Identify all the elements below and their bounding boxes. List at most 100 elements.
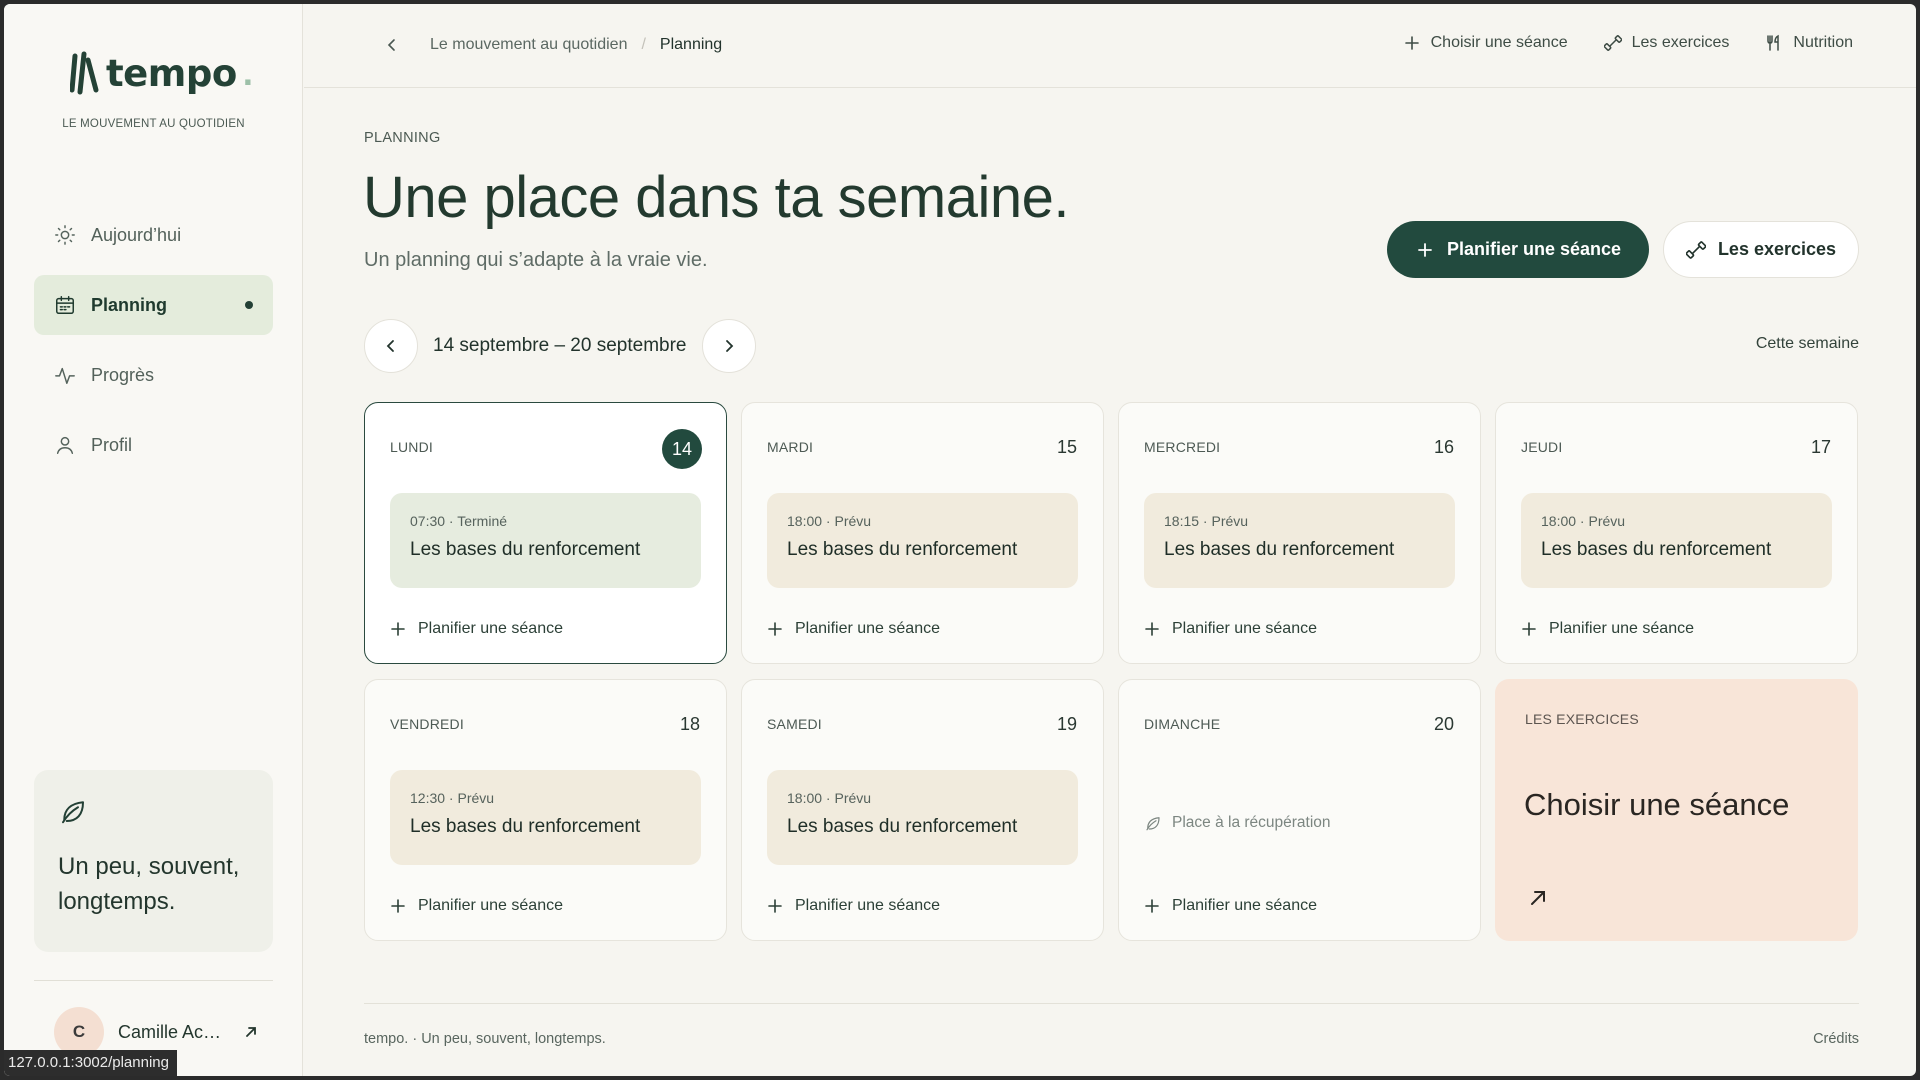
top-action-label: Nutrition xyxy=(1793,34,1853,51)
breadcrumb-separator: / xyxy=(641,36,646,53)
exercises-button[interactable]: Les exercices xyxy=(1663,221,1859,278)
top-exercises-link[interactable]: Les exercices xyxy=(1603,34,1730,52)
activity-icon xyxy=(55,367,75,384)
motto-card: Un peu, souvent, longtemps. xyxy=(34,770,273,952)
plus-icon xyxy=(1145,622,1159,636)
plus-icon xyxy=(768,622,782,636)
plan-session-link[interactable]: Planifier une séance xyxy=(390,620,563,638)
day-name: DIMANCHE xyxy=(1144,716,1221,732)
session-title: Les bases du renforcement xyxy=(1164,539,1395,560)
session-meta: 07:30 · Terminé xyxy=(410,513,508,529)
dumbbell-icon xyxy=(1603,35,1622,51)
day-name: MARDI xyxy=(767,439,814,455)
this-week-wrapper: Cette semaine xyxy=(304,335,1916,353)
plan-session-link[interactable]: Planifier une séance xyxy=(1144,620,1317,638)
page-eyebrow: PLANNING xyxy=(364,130,441,146)
footer-divider xyxy=(364,1003,1859,1004)
top-choose-session-link[interactable]: Choisir une séance xyxy=(1403,34,1568,52)
session-card[interactable]: 12:30 · Prévu Les bases du renforcement xyxy=(390,770,701,865)
plan-session-link[interactable]: Planifier une séance xyxy=(767,620,940,638)
leaf-icon xyxy=(1146,817,1160,831)
this-week-link[interactable]: Cette semaine xyxy=(1756,335,1859,352)
app-window: tempo. LE MOUVEMENT AU QUOTIDIEN Aujourd… xyxy=(4,4,1916,1076)
session-title: Les bases du renforcement xyxy=(1541,539,1772,560)
plan-session-link[interactable]: Planifier une séance xyxy=(767,897,940,915)
breadcrumb: Le mouvement au quotidien / Planning xyxy=(384,36,722,54)
plan-link-label: Planifier une séance xyxy=(795,620,940,637)
top-action-label: Les exercices xyxy=(1631,34,1730,51)
sidebar-item-progress[interactable]: Progrès xyxy=(34,345,273,405)
day-name: LUNDI xyxy=(390,439,434,455)
session-meta: 18:00 · Prévu xyxy=(787,790,872,806)
sun-icon xyxy=(55,225,75,245)
sidebar-item-today[interactable]: Aujourd’hui xyxy=(34,205,273,265)
sidebar-item-profile[interactable]: Profil xyxy=(34,415,273,475)
day-name: SAMEDI xyxy=(767,716,822,732)
page-subtitle: Un planning qui s’adapte à la vraie vie. xyxy=(364,249,708,271)
plan-link-label: Planifier une séance xyxy=(418,620,563,637)
user-name: Camille Ac… xyxy=(118,1021,222,1042)
session-card[interactable]: 18:00 · Prévu Les bases du renforcement xyxy=(767,770,1078,865)
session-meta: 18:15 · Prévu xyxy=(1164,513,1249,529)
sidebar-item-label: Progrès xyxy=(91,364,155,385)
session-card[interactable]: 18:00 · Prévu Les bases du renforcement xyxy=(1521,493,1832,588)
day-number: 18 xyxy=(679,714,700,734)
plan-link-label: Planifier une séance xyxy=(1172,620,1317,637)
tempo-logo-icon xyxy=(70,51,99,95)
session-card[interactable]: 07:30 · Terminé Les bases du renforcemen… xyxy=(390,493,701,588)
arrow-up-right-icon xyxy=(246,1027,256,1037)
session-meta: 18:00 · Prévu xyxy=(1541,513,1626,529)
day-name: VENDREDI xyxy=(390,716,464,732)
button-label: Les exercices xyxy=(1717,239,1837,259)
chevron-left-icon[interactable] xyxy=(384,37,400,53)
sidebar-item-label: Planning xyxy=(91,294,167,315)
session-card[interactable]: 18:15 · Prévu Les bases du renforcement xyxy=(1144,493,1455,588)
brand-dot: . xyxy=(242,52,254,93)
topbar: Le mouvement au quotidien / Planning Cho… xyxy=(304,4,1916,88)
day-number-today-badge: 14 xyxy=(662,429,702,469)
sidebar-item-planning[interactable]: Planning xyxy=(34,275,273,335)
plan-link-label: Planifier une séance xyxy=(1549,620,1694,637)
day-number: 15 xyxy=(1056,437,1077,457)
breadcrumb-parent-link[interactable]: Le mouvement au quotidien xyxy=(430,36,627,54)
top-nutrition-link[interactable]: Nutrition xyxy=(1765,34,1853,52)
exercises-card[interactable]: LES EXERCICES Choisir une séance xyxy=(1495,679,1858,941)
brand-name: tempo xyxy=(106,51,237,95)
leaf-icon xyxy=(62,801,84,824)
session-title: Les bases du renforcement xyxy=(787,816,1018,837)
sidebar-item-label: Aujourd’hui xyxy=(91,224,182,245)
plan-link-label: Planifier une séance xyxy=(795,897,940,914)
session-card[interactable]: 18:00 · Prévu Les bases du renforcement xyxy=(767,493,1078,588)
plan-session-button[interactable]: Planifier une séance xyxy=(1387,221,1649,278)
plan-link-label: Planifier une séance xyxy=(1172,897,1317,914)
session-title: Les bases du renforcement xyxy=(410,539,641,560)
page-title: Une place dans ta semaine. xyxy=(363,165,1070,230)
brand-logo[interactable]: tempo. xyxy=(70,50,253,96)
day-number: 16 xyxy=(1433,437,1454,457)
dumbbell-icon xyxy=(1685,240,1706,259)
plus-icon xyxy=(1404,36,1419,50)
recovery-note: Place à la récupération xyxy=(1144,814,1331,832)
motto-text: Un peu, souvent, longtemps. xyxy=(58,853,240,915)
plus-icon xyxy=(391,899,405,913)
sidebar-nav: Aujourd’hui Planning Progrès Profil xyxy=(34,205,273,485)
plus-icon xyxy=(391,622,405,636)
day-card-tuesday: MARDI 15 18:00 · Prévu Les bases du renf… xyxy=(741,402,1104,664)
plan-session-link[interactable]: Planifier une séance xyxy=(1521,620,1694,638)
plan-session-link[interactable]: Planifier une séance xyxy=(1144,897,1317,915)
plan-session-link[interactable]: Planifier une séance xyxy=(390,897,563,915)
recovery-text: Place à la récupération xyxy=(1172,814,1331,831)
exercises-card-eyebrow: LES EXERCICES xyxy=(1525,711,1639,727)
calendar-icon xyxy=(56,296,74,314)
credits-link[interactable]: Crédits xyxy=(1813,1031,1859,1047)
user-icon xyxy=(56,436,74,454)
session-meta: 18:00 · Prévu xyxy=(787,513,872,529)
session-title: Les bases du renforcement xyxy=(787,539,1018,560)
footer-text: tempo. · Un peu, souvent, longtemps. xyxy=(364,1031,606,1047)
active-indicator-dot xyxy=(245,301,253,309)
day-card-thursday: JEUDI 17 18:00 · Prévu Les bases du renf… xyxy=(1495,402,1858,664)
day-card-sunday: DIMANCHE 20 Place à la récupération Plan… xyxy=(1118,679,1481,941)
top-action-label: Choisir une séance xyxy=(1430,34,1568,51)
day-number: 17 xyxy=(1810,437,1831,457)
arrow-up-right-icon xyxy=(1531,891,1545,905)
